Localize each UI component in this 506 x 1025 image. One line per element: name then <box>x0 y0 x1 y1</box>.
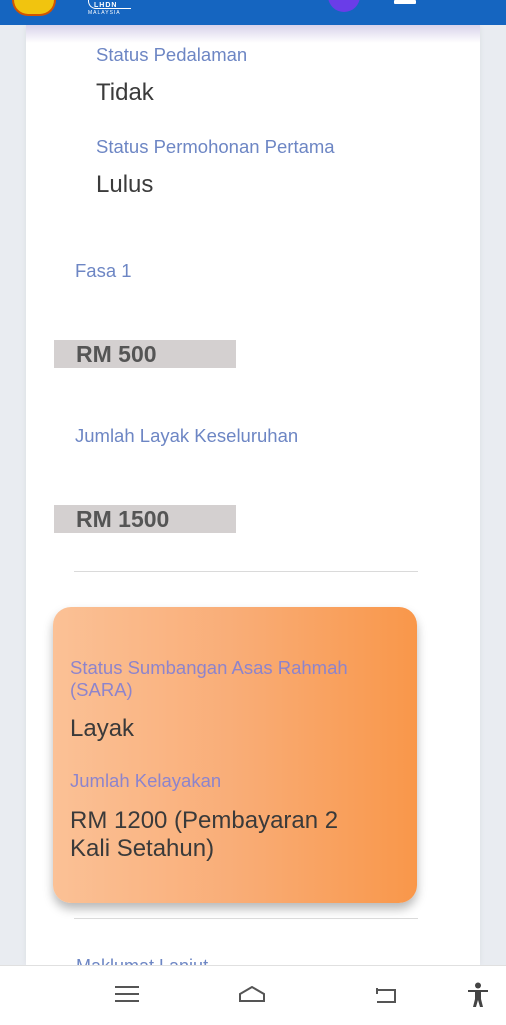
divider <box>74 918 418 919</box>
accessibility-button[interactable] <box>458 980 498 1010</box>
sara-status-label: Status Sumbangan Asas Rahmah (SARA) <box>70 657 348 700</box>
sara-jumlah-value: RM 1200 (Pembayaran 2 Kali Setahun) <box>70 807 339 862</box>
home-icon <box>239 986 265 1002</box>
recent-apps-button[interactable] <box>107 980 147 1010</box>
accessibility-icon <box>468 982 488 1007</box>
card-shadow <box>26 25 480 43</box>
status-permohonan-value: Lulus <box>96 171 154 198</box>
jata-negara-logo <box>12 0 56 16</box>
sara-card: Status Sumbangan Asas Rahmah (SARA) Laya… <box>53 607 417 903</box>
jumlah-layak-amount-box: RM 1500 <box>54 505 236 533</box>
back-button[interactable] <box>367 980 407 1010</box>
sara-jumlah-label: Jumlah Kelayakan <box>70 770 222 791</box>
lhdn-logo-subtext: MALAYSIA <box>88 10 121 16</box>
back-icon <box>376 988 396 1003</box>
fasa-label: Fasa 1 <box>75 260 132 281</box>
status-pedalaman-label: Status Pedalaman <box>96 44 248 65</box>
system-nav-bar <box>0 965 506 1025</box>
avatar[interactable] <box>328 0 360 12</box>
jumlah-layak-label: Jumlah Layak Keseluruhan <box>75 425 299 446</box>
divider <box>74 571 418 572</box>
lhdn-logo-text: LHDN <box>94 2 118 9</box>
app-header: LHDN MALAYSIA <box>0 0 506 25</box>
status-pedalaman-value: Tidak <box>96 79 154 106</box>
sara-status-value: Layak <box>70 715 135 742</box>
lhdn-logo: LHDN MALAYSIA <box>88 0 134 16</box>
fasa-amount-box: RM 500 <box>54 340 236 368</box>
home-button[interactable] <box>234 980 274 1010</box>
fasa-amount: RM 500 <box>76 341 157 367</box>
menu-icon[interactable] <box>394 0 416 4</box>
status-permohonan-label: Status Permohonan Pertama <box>96 136 335 157</box>
jumlah-layak-amount: RM 1500 <box>76 506 170 532</box>
